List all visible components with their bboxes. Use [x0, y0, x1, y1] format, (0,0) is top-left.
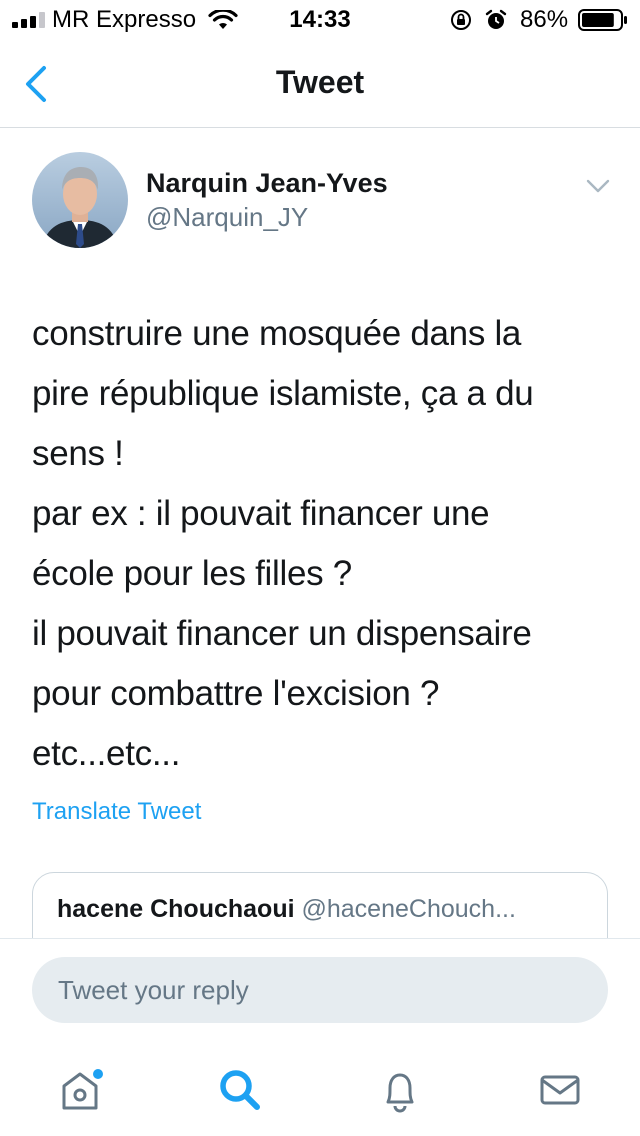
messages-icon [540, 1075, 580, 1105]
tweet-text: construire une mosquée dans la pire répu… [32, 304, 622, 784]
tab-notifications[interactable] [370, 1060, 430, 1120]
tweet-options-button[interactable] [584, 174, 612, 198]
quoted-tweet-author: hacene Chouchaoui @haceneChouch... [57, 895, 587, 924]
search-icon [220, 1070, 260, 1110]
tweet-text-line: sens ! [32, 434, 124, 473]
chevron-down-icon [586, 179, 610, 193]
avatar[interactable] [32, 152, 128, 248]
quoted-author-name: hacene Chouchaoui [57, 895, 295, 923]
translate-tweet-link[interactable]: Translate Tweet [32, 798, 201, 826]
tab-messages[interactable] [530, 1060, 590, 1120]
rotation-lock-icon [451, 10, 471, 30]
quoted-author-handle: @haceneChouch... [301, 895, 516, 923]
alarm-icon [485, 9, 507, 29]
reply-input[interactable] [32, 957, 608, 1023]
nav-header: Tweet [0, 40, 640, 128]
home-icon [62, 1069, 103, 1110]
tweet-text-line: il pouvait financer un dispensaire [32, 614, 532, 653]
battery-percentage: 86% [520, 6, 569, 33]
author-handle[interactable]: @Narquin_JY [146, 202, 308, 233]
tweet-text-line: etc...etc... [32, 734, 181, 773]
tab-home[interactable] [50, 1060, 110, 1120]
tab-search[interactable] [210, 1060, 270, 1120]
tweet-text-line: pour combattre l'excision ? [32, 674, 440, 713]
tweet-text-line: par ex : il pouvait financer une [32, 494, 490, 533]
reply-bar [0, 938, 640, 1048]
tweet-text-line: construire une mosquée dans la [32, 314, 522, 353]
notifications-icon [386, 1073, 414, 1113]
status-bar: MR Expresso 14:33 86% [0, 0, 640, 40]
page-title: Tweet [275, 64, 365, 100]
tweet-text-line: école pour les filles ? [32, 554, 352, 593]
avatar-image [32, 152, 128, 248]
author-name[interactable]: Narquin Jean-Yves [146, 168, 388, 199]
battery-icon [578, 9, 627, 31]
tweet-text-line: pire république islamiste, ça a du [32, 374, 534, 413]
tab-bar [0, 1048, 640, 1136]
